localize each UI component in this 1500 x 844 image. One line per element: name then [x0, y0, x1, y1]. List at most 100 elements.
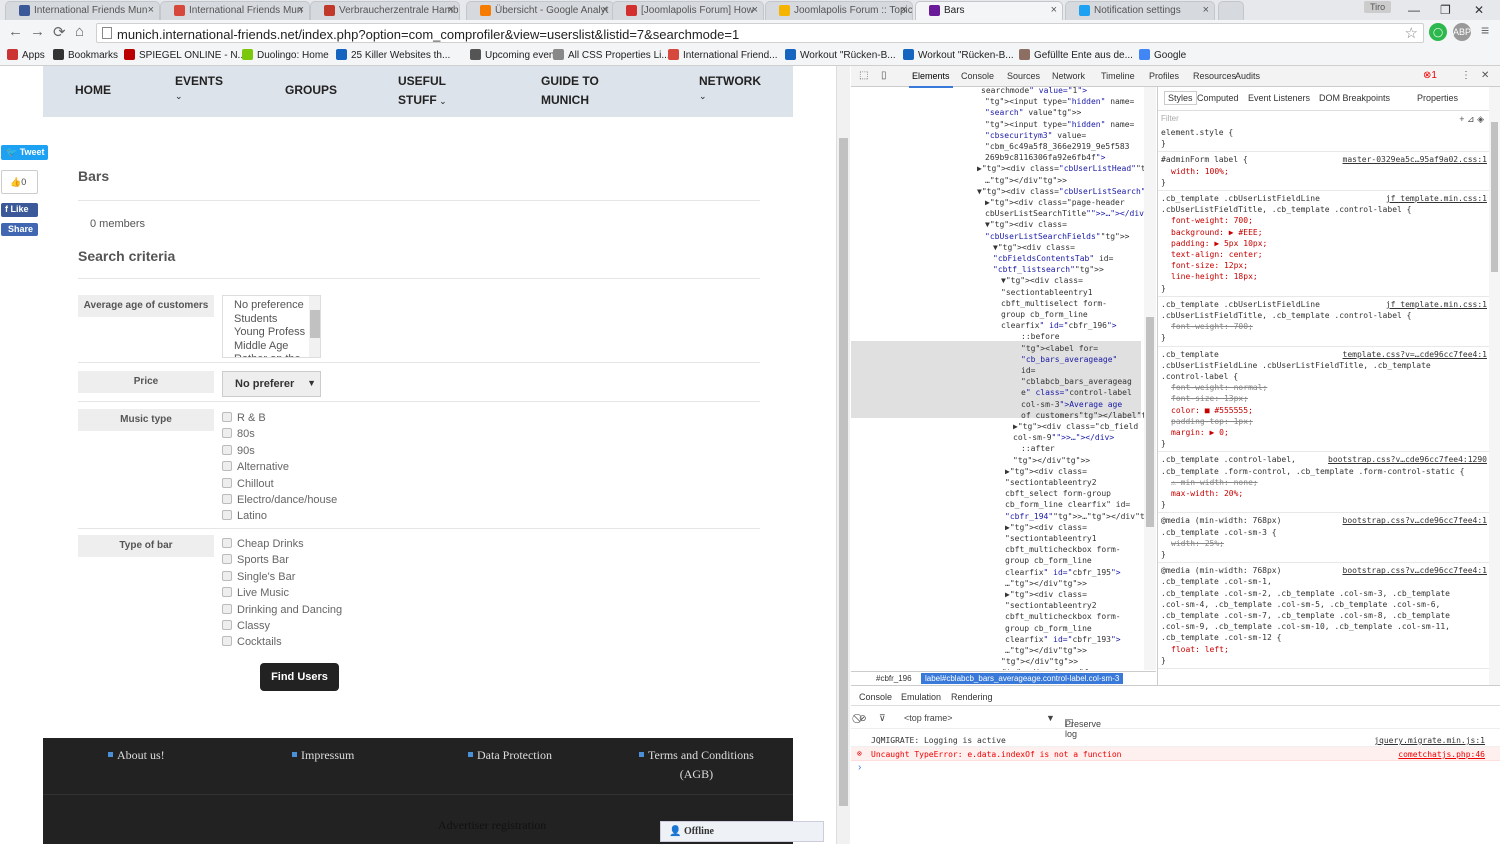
- no-entry-icon[interactable]: ⊘: [859, 713, 867, 724]
- dom-node-line[interactable]: col-sm-9"">>…"></div>: [1013, 432, 1114, 443]
- drawer-tab-emulation[interactable]: Emulation: [901, 692, 941, 702]
- css-rule[interactable]: .cb_template .cbUserListFieldLine .cbUser…: [1161, 193, 1487, 294]
- console-source-link[interactable]: cometchatjs.php:46: [1398, 750, 1485, 759]
- checkbox-option[interactable]: Live Music: [222, 586, 289, 600]
- bookmark-item[interactable]: Workout "Rücken-B...: [903, 49, 1014, 61]
- nav-network[interactable]: NETWORK ⌄: [699, 72, 761, 101]
- bookmark-item[interactable]: International Friend...: [668, 49, 778, 61]
- checkbox-option[interactable]: Single's Bar: [222, 570, 295, 584]
- console-source-link[interactable]: jquery.migrate.min.js:1: [1374, 736, 1485, 745]
- css-rule[interactable]: #adminForm label {width: 100%;} master-03…: [1161, 154, 1487, 188]
- dom-node-line[interactable]: …"tg"></div"tg">>: [1005, 578, 1087, 589]
- select-option[interactable]: No preference: [223, 299, 320, 313]
- bookmark-item[interactable]: All CSS Properties Li...: [553, 49, 670, 61]
- styles-subtab[interactable]: Computed: [1197, 93, 1239, 103]
- dom-node-line[interactable]: ▼"tg"><div class="cbUserListSearch""tg">…: [977, 186, 1156, 197]
- css-property[interactable]: text-align: center;: [1161, 249, 1487, 260]
- css-property[interactable]: margin: ▶ 0;: [1161, 427, 1487, 438]
- dom-node-line[interactable]: "tg"></div"tg">>: [1013, 455, 1090, 466]
- css-property[interactable]: padding-top: 1px;: [1161, 416, 1487, 427]
- checkbox-option[interactable]: Sports Bar: [222, 553, 289, 567]
- checkbox-option[interactable]: Alternative: [222, 460, 289, 474]
- bookmark-item[interactable]: Gefüllte Ente aus de...: [1019, 49, 1133, 61]
- styles-subtab[interactable]: DOM Breakpoints: [1319, 93, 1390, 103]
- dom-node-line[interactable]: group cb_form_line: [1001, 309, 1088, 320]
- css-rule[interactable]: .cb_template .control-label, .cb_template…: [1161, 454, 1487, 510]
- devtools-tab[interactable]: Console: [961, 71, 994, 81]
- devtools-tab[interactable]: Elements: [909, 71, 953, 88]
- dom-node-line[interactable]: ▶"tg"><div class="page-header: [985, 197, 1125, 208]
- adblock-icon[interactable]: ABP: [1453, 23, 1471, 41]
- dom-node-line[interactable]: id=: [1021, 365, 1035, 376]
- css-source-link[interactable]: bootstrap.css?v…cde96cc7fee4:1290: [1328, 454, 1487, 465]
- checkbox-option[interactable]: Cheap Drinks: [222, 537, 304, 551]
- dom-node-line[interactable]: "cbtf_listsearch""tg">>: [993, 264, 1104, 275]
- dom-node-line[interactable]: cb_form_line clearfix" id=: [1005, 499, 1130, 510]
- browser-tab[interactable]: International Friends Mun ×: [160, 1, 310, 20]
- facebook-share-button[interactable]: Share: [1, 223, 38, 236]
- dom-node-line[interactable]: col-sm-3">Average age: [1021, 399, 1122, 410]
- close-tab-icon[interactable]: ×: [298, 4, 304, 16]
- dom-node-line[interactable]: "tg"></div"tg">>: [1001, 656, 1078, 667]
- dom-node-line[interactable]: ▶"tg"><div class=: [1005, 466, 1087, 477]
- maximize-icon[interactable]: ❐: [1440, 3, 1451, 17]
- css-property[interactable]: float: left;: [1161, 644, 1487, 655]
- chat-status-bar[interactable]: 👤 Offline: [660, 821, 824, 842]
- devtools-tab[interactable]: Network: [1052, 71, 1085, 81]
- close-tab-icon[interactable]: ×: [1203, 4, 1209, 16]
- dom-node-line[interactable]: "cbsecuritym3" value=: [985, 130, 1086, 141]
- dom-node-line[interactable]: "cbUserListSearchFields""tg">>: [985, 231, 1130, 242]
- bookmark-item[interactable]: Apps: [7, 49, 45, 61]
- css-source-link[interactable]: bootstrap.css?v…cde96cc7fee4:1: [1343, 515, 1488, 526]
- dom-scrollbar[interactable]: [1144, 87, 1156, 670]
- close-devtools-icon[interactable]: ✕: [1481, 70, 1489, 81]
- page-scrollbar[interactable]: [836, 66, 850, 844]
- dom-node-line[interactable]: "sectiontableentry1: [1005, 533, 1097, 544]
- dom-node-line[interactable]: of customers"tg"></label"tg">>: [1021, 410, 1156, 421]
- css-property[interactable]: ⚠ min-width: none;: [1161, 477, 1487, 488]
- scrollbar-thumb[interactable]: [1146, 317, 1154, 527]
- nav-groups[interactable]: GROUPS: [285, 81, 337, 100]
- dom-node-line[interactable]: ▶"tg"><div class="form-group: [997, 667, 1132, 670]
- dom-node-line[interactable]: ▼"tg"><div class=: [993, 242, 1075, 253]
- dom-node-line[interactable]: …"tg"></div"tg">>: [1005, 645, 1087, 656]
- find-users-button[interactable]: Find Users: [260, 663, 339, 691]
- breadcrumb-item[interactable]: #cbfr_196: [876, 674, 912, 683]
- devtools-tab[interactable]: Audits: [1235, 71, 1260, 81]
- elements-dom-tree[interactable]: searchmode" value="1"> "tg"><input type="…: [851, 87, 1156, 670]
- devtools-tab[interactable]: Timeline: [1101, 71, 1135, 81]
- minimize-icon[interactable]: —: [1408, 3, 1420, 17]
- advertiser-registration-link[interactable]: Advertiser registration: [438, 818, 546, 833]
- browser-tab[interactable]: Notification settings ×: [1065, 1, 1215, 20]
- dom-node-line[interactable]: ::after: [1021, 443, 1055, 454]
- back-icon[interactable]: ←: [8, 23, 23, 40]
- checkbox-option[interactable]: Drinking and Dancing: [222, 603, 342, 617]
- select-option[interactable]: Rather on the: [223, 353, 320, 357]
- dom-node-line[interactable]: ▶"tg"><div class=: [1005, 589, 1087, 600]
- bookmark-item[interactable]: Upcoming events: [470, 49, 562, 61]
- dom-node-line[interactable]: 269b9c8116306fa92e6fb4f">: [985, 152, 1105, 163]
- context-select[interactable]: <top frame>: [904, 713, 953, 723]
- css-property[interactable]: line-height: 18px;: [1161, 271, 1487, 282]
- like-count-box[interactable]: 👍0: [1, 170, 38, 194]
- close-window-icon[interactable]: ✕: [1474, 3, 1484, 17]
- close-tab-icon[interactable]: ×: [448, 4, 454, 16]
- devtools-tab[interactable]: Resources: [1193, 71, 1236, 81]
- dom-node-line[interactable]: "cbm_6c49a5f8_366e2919_9e5f583: [985, 141, 1130, 152]
- browser-tab[interactable]: Bars ×: [915, 1, 1063, 20]
- devtools-tab[interactable]: Sources: [1007, 71, 1040, 81]
- dom-node-line[interactable]: "cblabcb_bars_averageag: [1021, 376, 1132, 387]
- dom-node-line[interactable]: cbft_multicheckbox form-: [1005, 611, 1121, 622]
- scrollbar[interactable]: [309, 296, 320, 357]
- bookmark-item[interactable]: Duolingo: Home: [242, 49, 329, 61]
- breadcrumb-item-selected[interactable]: label#cblabcb_bars_averageage.control-la…: [921, 673, 1124, 684]
- dom-node-line[interactable]: cbft_multicheckbox form-: [1005, 544, 1121, 555]
- css-property[interactable]: font-size: 13px;: [1161, 393, 1487, 404]
- profile-button[interactable]: Tiro: [1364, 1, 1392, 13]
- select-option[interactable]: Young Profess: [223, 326, 320, 340]
- close-tab-icon[interactable]: ×: [901, 4, 907, 16]
- css-source-link[interactable]: master-0329ea5c…95af9a02.css:1: [1343, 154, 1488, 165]
- footer-link-terms[interactable]: Terms and Conditions (AGB): [639, 746, 754, 784]
- css-rule[interactable]: .cb_template .cbUserListFieldLine .cbUser…: [1161, 349, 1487, 450]
- dom-node-line[interactable]: ::before: [1021, 331, 1060, 342]
